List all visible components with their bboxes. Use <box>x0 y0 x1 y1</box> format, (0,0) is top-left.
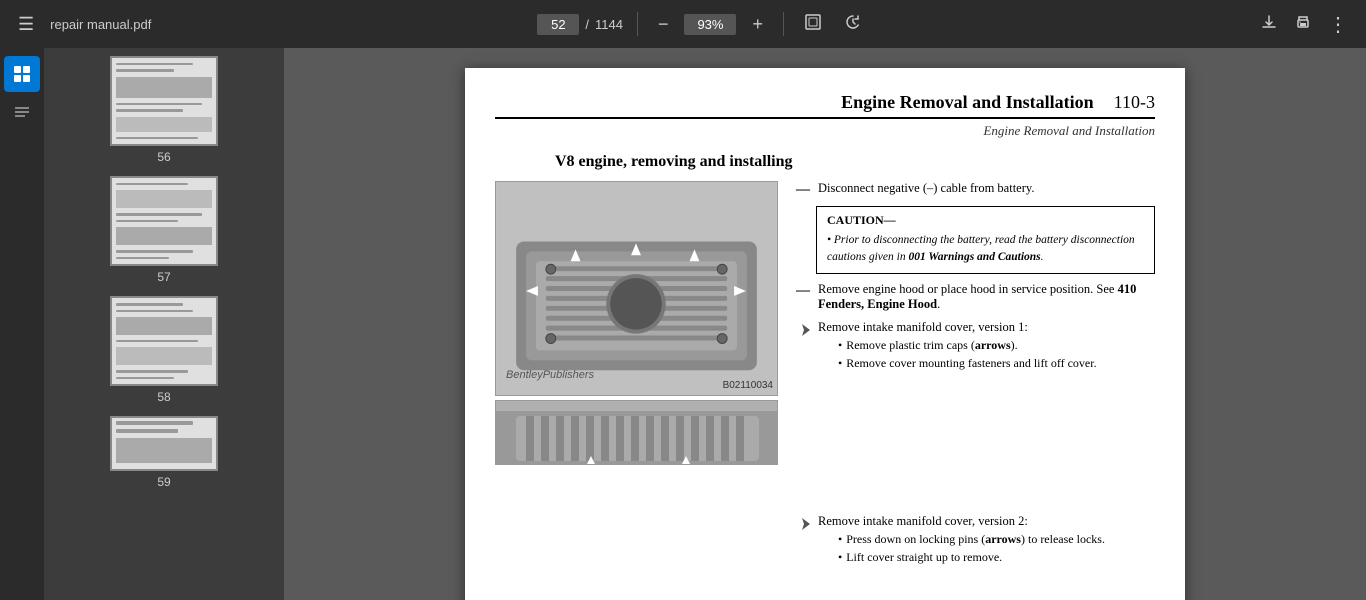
bullet-1: — <box>796 182 810 198</box>
caution-text: • Prior to disconnecting the battery, re… <box>827 232 1144 267</box>
history-button[interactable] <box>838 9 868 40</box>
caution-link: 001 Warnings and Cautions <box>908 251 1040 263</box>
engine-image-2 <box>495 400 778 465</box>
page-subheader: Engine Removal and Installation <box>495 123 1155 139</box>
print-button[interactable] <box>1288 9 1318 40</box>
thumbnail-image-59 <box>110 416 218 471</box>
images-column: BentleyPublishers B02110034 <box>495 181 780 576</box>
right-toolbar-icons: ⋮ <box>1254 8 1354 41</box>
sub-items-v1: Remove plastic trim caps (arrows). Remov… <box>838 338 1097 371</box>
main-area: 56 57 <box>0 48 1366 600</box>
thumbnail-view-icon <box>12 64 32 84</box>
thumbnail-label-57: 57 <box>157 270 170 284</box>
hood-link: 410 Fenders, Engine Hood <box>818 282 1136 311</box>
page-separator: / <box>585 17 589 32</box>
thumbnail-58[interactable]: 58 <box>52 296 276 404</box>
content-area: BentleyPublishers B02110034 <box>495 181 1155 576</box>
page-header-title: Engine Removal and Installation <box>841 92 1094 113</box>
sub-item-v2-2: Lift cover straight up to remove. <box>838 550 1105 565</box>
instruction-intake-cover-v1: Remove intake manifold cover, version 1:… <box>796 320 1155 374</box>
arrow-marker-1 <box>796 322 812 342</box>
arrow-marker-2 <box>796 516 812 536</box>
thumbnail-label-58: 58 <box>157 390 170 404</box>
page-total: 1144 <box>595 17 623 32</box>
zoom-level-input[interactable] <box>684 14 736 35</box>
sub-item-v2-1: Press down on locking pins (arrows) to r… <box>838 532 1105 547</box>
menu-button[interactable]: ☰ <box>12 10 40 39</box>
page-input[interactable] <box>537 14 579 35</box>
arrow-left-icon-2 <box>796 516 812 532</box>
sub-items-v2: Press down on locking pins (arrows) to r… <box>838 532 1105 565</box>
thumbnail-image-56 <box>110 56 218 146</box>
page-header-num: 110-3 <box>1114 92 1155 113</box>
sub-item-v1-2: Remove cover mounting fasteners and lift… <box>838 356 1097 371</box>
instruction-text-3: Remove intake manifold cover, version 1: <box>818 320 1097 335</box>
sidebar-icons <box>0 48 44 600</box>
toolbar-divider-2 <box>783 12 784 36</box>
thumbnails-panel: 56 57 <box>44 48 284 600</box>
instruction-remove-hood: — Remove engine hood or place hood in se… <box>796 282 1155 312</box>
engine-image-1: BentleyPublishers B02110034 <box>495 181 778 396</box>
pdf-viewer[interactable]: Engine Removal and Installation 110-3 En… <box>284 48 1366 600</box>
more-options-button[interactable]: ⋮ <box>1322 8 1354 41</box>
engine-svg-2 <box>496 401 778 465</box>
print-icon <box>1294 13 1312 31</box>
toolbar: ☰ repair manual.pdf / 1144 − + <box>0 0 1366 48</box>
instruction-text-2: Remove engine hood or place hood in serv… <box>818 282 1155 312</box>
text-column: — Disconnect negative (–) cable from bat… <box>796 181 1155 576</box>
fit-page-button[interactable] <box>798 9 828 40</box>
zoom-in-button[interactable]: + <box>746 12 769 37</box>
fit-page-icon <box>804 13 822 31</box>
arrow-left-icon-1 <box>796 322 812 338</box>
sidebar-icon-thumbnails[interactable] <box>4 56 40 92</box>
thumbnail-label-59: 59 <box>157 475 170 489</box>
image-watermark: BentleyPublishers <box>506 369 594 381</box>
thumbnail-label-56: 56 <box>157 150 170 164</box>
history-icon <box>844 13 862 31</box>
pdf-page: Engine Removal and Installation 110-3 En… <box>465 68 1185 600</box>
page-header: Engine Removal and Installation 110-3 <box>495 92 1155 119</box>
toolbar-divider-1 <box>637 12 638 36</box>
bookmarks-icon <box>12 104 32 124</box>
filename-label: repair manual.pdf <box>50 17 151 32</box>
page-navigation: / 1144 <box>537 14 623 35</box>
instruction-content-v1: Remove intake manifold cover, version 1:… <box>818 320 1097 374</box>
bullet-2: — <box>796 283 810 299</box>
section-heading: V8 engine, removing and installing <box>555 153 1155 171</box>
thumbnail-56[interactable]: 56 <box>52 56 276 164</box>
thumbnail-image-57 <box>110 176 218 266</box>
caution-title: CAUTION— <box>827 213 1144 228</box>
instruction-text-4: Remove intake manifold cover, version 2: <box>818 514 1105 529</box>
sub-item-v1-1: Remove plastic trim caps (arrows). <box>838 338 1097 353</box>
instruction-disconnect-battery: — Disconnect negative (–) cable from bat… <box>796 181 1155 198</box>
download-button[interactable] <box>1254 9 1284 40</box>
zoom-out-button[interactable]: − <box>652 12 675 37</box>
download-icon <box>1260 13 1278 31</box>
image-caption: B02110034 <box>723 380 773 391</box>
instruction-text-1: Disconnect negative (–) cable from batte… <box>818 181 1034 196</box>
instruction-intake-cover-v2: Remove intake manifold cover, version 2:… <box>796 514 1155 568</box>
sidebar-icon-bookmarks[interactable] <box>4 96 40 132</box>
engine-svg-1 <box>496 182 777 395</box>
instruction-content-v2: Remove intake manifold cover, version 2:… <box>818 514 1105 568</box>
thumbnail-57[interactable]: 57 <box>52 176 276 284</box>
caution-box: CAUTION— • Prior to disconnecting the ba… <box>816 206 1155 274</box>
thumbnail-59[interactable]: 59 <box>52 416 276 489</box>
thumbnail-image-58 <box>110 296 218 386</box>
